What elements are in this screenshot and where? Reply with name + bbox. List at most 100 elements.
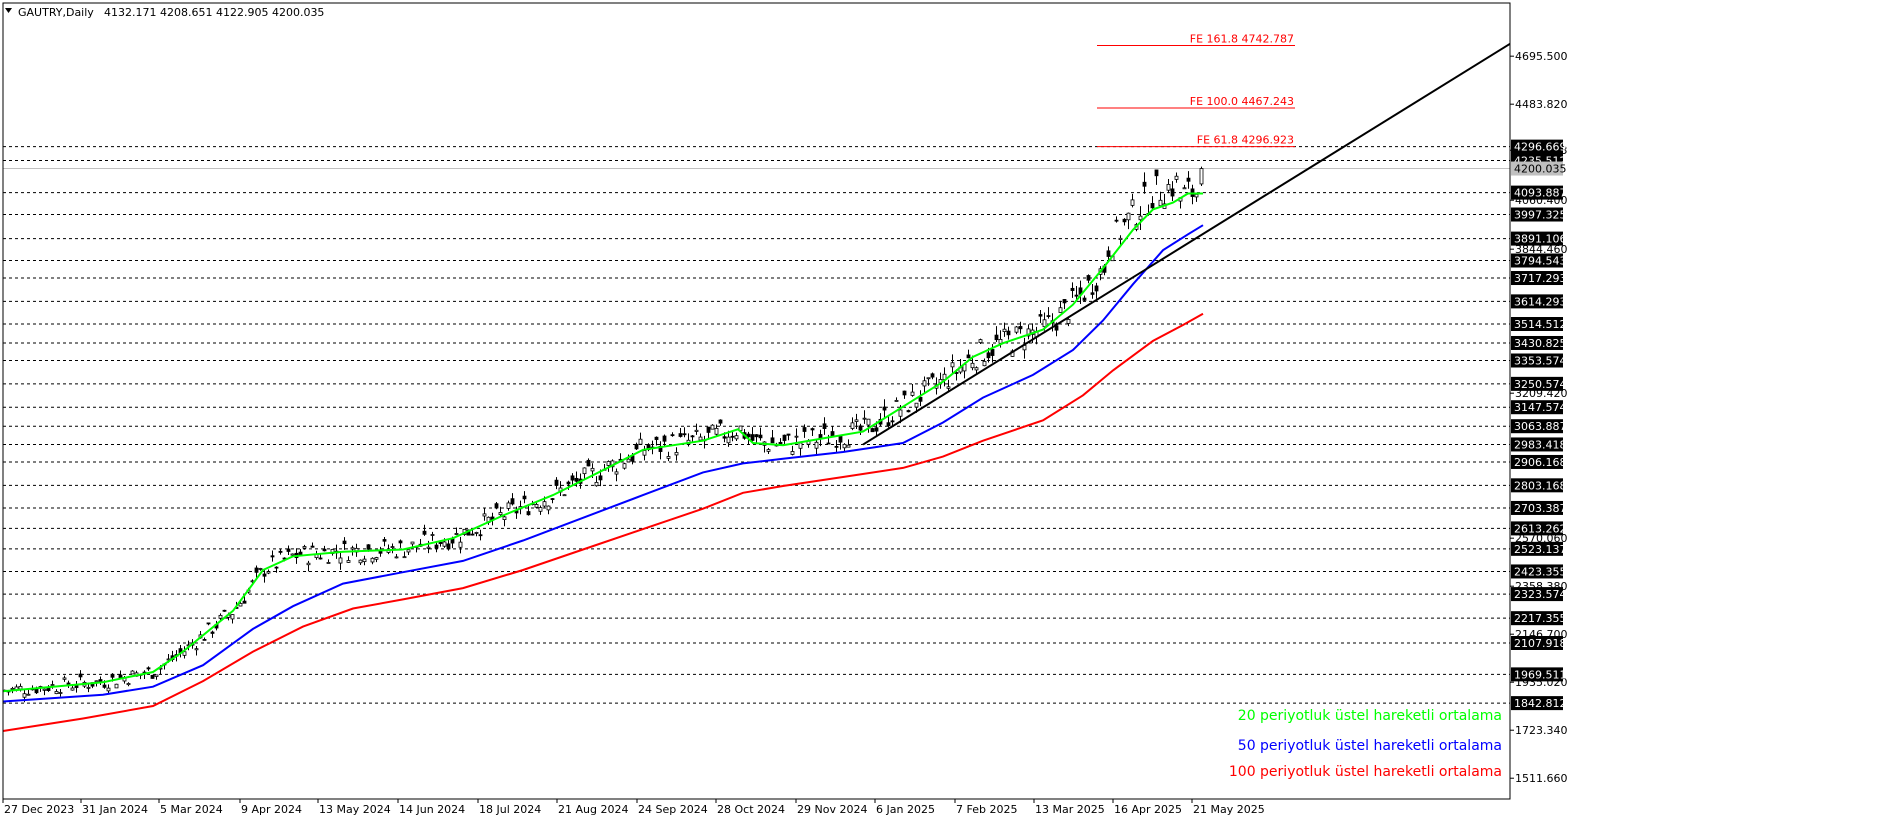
candle-body — [766, 449, 771, 452]
candle — [638, 432, 643, 445]
candle — [634, 442, 639, 451]
candle-body — [1062, 299, 1067, 304]
candle-body — [690, 435, 695, 438]
candle — [642, 445, 647, 461]
level-label-14: 2983.418 — [1514, 438, 1567, 451]
candle-body — [1130, 199, 1135, 206]
candle — [786, 433, 791, 441]
dropdown-triangle-icon[interactable] — [5, 8, 12, 13]
candle-body — [78, 673, 83, 678]
candle-body — [810, 428, 815, 431]
candle-body — [1006, 330, 1011, 336]
candle — [1186, 171, 1191, 189]
candle-body — [106, 687, 111, 692]
candle-body — [118, 674, 123, 678]
candle — [678, 427, 683, 438]
candle — [750, 427, 755, 442]
candle — [594, 476, 599, 487]
candle-body — [1058, 307, 1063, 313]
candle-body — [542, 501, 547, 507]
candle — [554, 477, 559, 490]
candle-body — [146, 667, 151, 670]
candle-body — [1086, 275, 1091, 281]
candle-body — [898, 409, 903, 417]
candle — [538, 505, 543, 515]
candle-body — [990, 349, 995, 356]
candle-body — [682, 433, 687, 436]
candle — [950, 354, 955, 374]
candle — [1174, 172, 1179, 183]
candle — [734, 432, 739, 441]
fib-label-1: FE 100.0 4467.243 — [1190, 95, 1294, 108]
price-axis: 4695.5004483.8204280.8334060.4003844.460… — [1510, 50, 1568, 785]
candle — [938, 372, 943, 389]
candle-body — [1182, 187, 1187, 190]
candle-body — [274, 566, 279, 569]
candle-body — [894, 400, 899, 402]
candle — [1046, 307, 1051, 319]
chart-ohlc: 4132.171 4208.651 4122.905 4200.035 — [104, 6, 324, 19]
candle — [862, 410, 867, 424]
candle-body — [834, 445, 839, 448]
level-lines — [3, 146, 1510, 704]
candle — [522, 491, 527, 504]
candle — [674, 447, 679, 461]
candle — [1126, 212, 1131, 230]
candle-body — [318, 557, 323, 560]
candle — [1182, 184, 1187, 190]
candle-body — [1038, 314, 1043, 317]
candle-body — [562, 494, 567, 497]
candle-body — [922, 380, 927, 387]
candle-body — [1194, 193, 1199, 198]
candle-body — [1014, 326, 1019, 333]
candle — [622, 462, 627, 470]
candle-body — [966, 354, 971, 359]
candle — [910, 383, 915, 397]
candle — [1002, 322, 1007, 337]
candle — [1062, 299, 1067, 310]
candle — [870, 427, 875, 433]
candle — [694, 423, 699, 435]
x-tick-label-7: 21 Aug 2024 — [558, 803, 628, 816]
candle-body — [982, 361, 987, 367]
candle-body — [866, 418, 871, 426]
candle-body — [26, 693, 31, 696]
candle-body — [842, 443, 847, 449]
x-tick-label-14: 16 Apr 2025 — [1114, 803, 1182, 816]
x-tick-label-0: 27 Dec 2023 — [4, 803, 74, 816]
candle — [54, 689, 59, 695]
candle — [126, 682, 131, 687]
candle-body — [850, 422, 855, 429]
candle — [194, 645, 199, 656]
x-tick-label-13: 13 Mar 2025 — [1035, 803, 1105, 816]
candle — [398, 539, 403, 548]
candle-body — [1094, 285, 1099, 292]
candle — [482, 507, 487, 521]
candle-body — [1158, 199, 1163, 207]
candle-body — [914, 402, 919, 408]
candle-body — [222, 609, 227, 612]
candle-body — [554, 479, 559, 486]
level-label-11: 3250.574 — [1514, 378, 1567, 391]
candle-body — [550, 498, 555, 500]
candle-body — [290, 553, 295, 556]
candle — [1070, 282, 1075, 298]
candle — [546, 505, 551, 515]
candle — [1082, 295, 1087, 302]
candle-body — [994, 334, 999, 341]
plot-border — [2, 2, 1511, 800]
level-label-7: 3614.293 — [1514, 295, 1567, 308]
candle-body — [790, 451, 795, 455]
candle-body — [1138, 215, 1143, 221]
candle-body — [854, 419, 859, 422]
candle-body — [674, 452, 679, 456]
candle-body — [346, 560, 351, 563]
candle — [326, 559, 331, 564]
candle-body — [714, 427, 719, 435]
candle-body — [666, 456, 671, 459]
candle-body — [730, 435, 735, 438]
candle — [438, 541, 443, 547]
candle — [1078, 280, 1083, 304]
level-label-10: 3353.574 — [1514, 355, 1567, 368]
level-label-17: 2703.387 — [1514, 502, 1567, 515]
